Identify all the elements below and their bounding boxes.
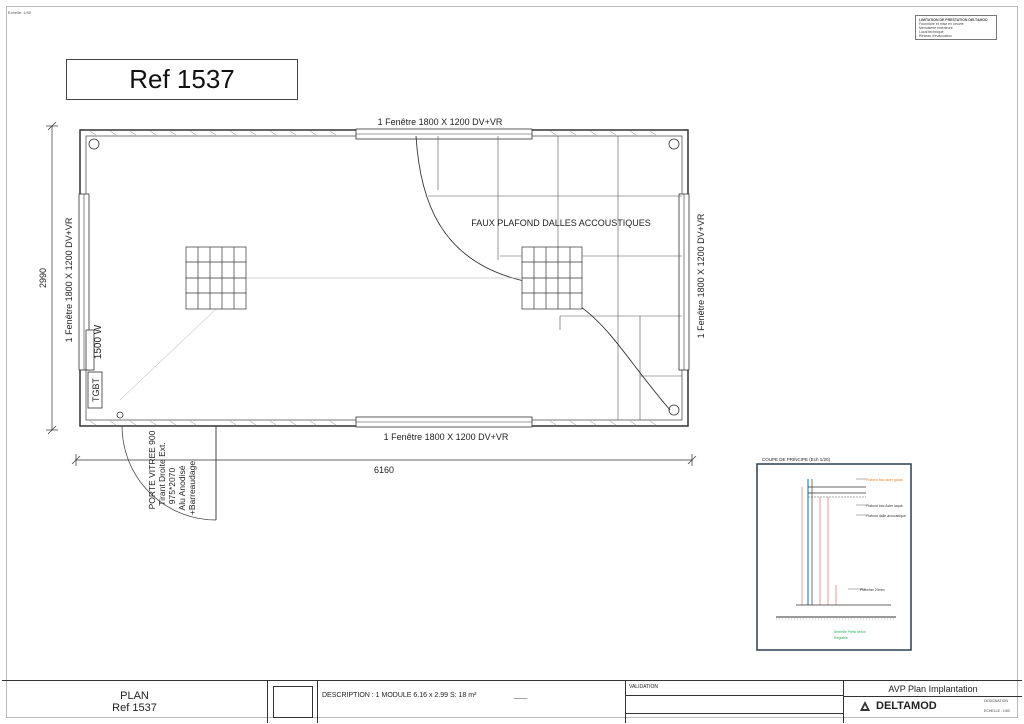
- section-label: Plancher 20mm: [860, 588, 885, 592]
- corner-post: [116, 411, 124, 419]
- door-line: +Barreaudage: [187, 461, 197, 515]
- section-frame: [756, 463, 912, 651]
- corner-post: [668, 138, 680, 150]
- door-line: 975*2070: [167, 468, 177, 505]
- door-line: Tirant Droite Ext.: [157, 442, 167, 505]
- tb-validation-cell: VALIDATION: [626, 681, 844, 723]
- tb-thumb-cell: [268, 681, 318, 723]
- label-window-left: 1 Fenêtre 1800 X 1200 DV+VR: [64, 217, 74, 342]
- tb-scale: ECHELLE : 1/50: [984, 709, 1010, 713]
- door-description: PORTE VITREE 900 Tirant Droite Ext. 975*…: [147, 430, 197, 515]
- title-block: PLAN Ref 1537 DESCRIPTION : 1 MODULE 6.1…: [2, 680, 1022, 723]
- deltamod-logo-icon: [860, 701, 870, 711]
- wiring-line: [119, 308, 217, 401]
- label-dim-length: 6160: [374, 465, 394, 475]
- section-detail: COUPE DE PRINCIPE (Ech 1/20) Plafond bac…: [756, 457, 912, 651]
- tb-logo: DELTAMOD: [844, 699, 937, 713]
- label-heater: 1500 W: [93, 324, 104, 359]
- tb-thumbnail: [273, 686, 313, 718]
- tb-plan-cell: PLAN Ref 1537: [2, 681, 268, 723]
- door-line: PORTE VITREE 900: [147, 430, 157, 509]
- tb-validation: VALIDATION: [629, 684, 658, 690]
- label-window-right: 1 Fenêtre 1800 X 1200 DV+VR: [696, 213, 706, 338]
- tb-plan-ref: Ref 1537: [112, 702, 157, 714]
- section-title: COUPE DE PRINCIPE (Ech 1/20): [762, 457, 831, 462]
- tb-designation: DESIGNATION: [984, 699, 1008, 703]
- corner-post: [88, 138, 100, 150]
- label-tgbt: TGBT: [91, 377, 101, 402]
- label-dim-width: 2990: [38, 268, 48, 288]
- tb-avp-title: AVP Plan Implantation: [888, 684, 978, 694]
- tb-desc-cell: DESCRIPTION : 1 MODULE 6.16 x 2.99 S: 18…: [318, 681, 626, 723]
- label-ceiling: FAUX PLAFOND DALLES ACCOUSTIQUES: [471, 218, 651, 228]
- light-fixture-right: [521, 246, 583, 310]
- door-line: Alu Anodisé: [177, 465, 187, 510]
- label-window-bottom: 1 Fenêtre 1800 X 1200 DV+VR: [384, 432, 509, 442]
- tb-brand: DELTAMOD: [876, 700, 937, 712]
- section-label: Semelle Préfa béton: [834, 630, 866, 634]
- section-label: Plafond dalle accoustique: [866, 514, 906, 518]
- section-label: Réglable: [834, 636, 848, 640]
- light-fixture-left: [185, 246, 247, 310]
- tb-description: DESCRIPTION : 1 MODULE 6.16 x 2.99 S: 18…: [322, 691, 477, 699]
- section-label: Plafond bac Acier laqué: [866, 504, 903, 508]
- label-window-top: 1 Fenêtre 1800 X 1200 DV+VR: [378, 117, 503, 127]
- section-label: Plafond bac acier galva: [866, 478, 902, 482]
- corner-post: [668, 404, 680, 416]
- section-dimensions: [801, 487, 837, 605]
- tb-brand-cell: AVP Plan Implantation DELTAMOD DESIGNATI…: [844, 681, 1022, 723]
- tb-dash: ____: [514, 693, 528, 699]
- tb-plan-label: PLAN: [120, 690, 149, 702]
